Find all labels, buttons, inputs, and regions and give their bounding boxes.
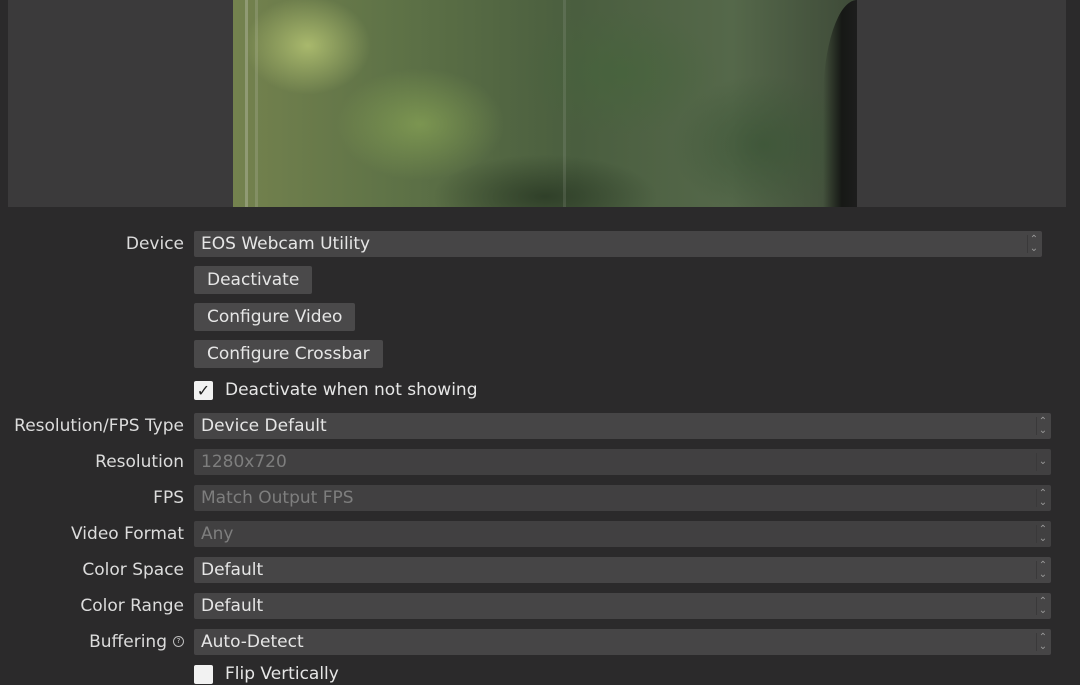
flip-vertically-label: Flip Vertically: [225, 664, 339, 684]
lens-edge-shadow: [823, 0, 857, 207]
updown-arrows-icon: ⌃ ⌄: [1036, 597, 1049, 616]
device-label: Device: [125, 234, 184, 254]
device-select[interactable]: EOS Webcam Utility ⌃ ⌄: [194, 231, 1042, 257]
buffering-select[interactable]: Auto-Detect ⌃ ⌄: [194, 629, 1051, 655]
resolution-select[interactable]: 1280x720 ⌄: [194, 449, 1051, 475]
resolution-label: Resolution: [95, 452, 184, 472]
color-space-label: Color Space: [82, 560, 184, 580]
tree-trunk-decoration: [563, 0, 566, 207]
preview-area: [8, 0, 1066, 207]
tree-trunk-decoration: [255, 0, 258, 207]
device-select-value: EOS Webcam Utility: [201, 234, 371, 254]
color-space-select[interactable]: Default ⌃ ⌄: [194, 557, 1051, 583]
resolution-fps-type-label: Resolution/FPS Type: [14, 416, 184, 436]
video-format-row: Video Format Any ⌃ ⌄: [0, 521, 1080, 547]
resolution-row: Resolution 1280x720 ⌄: [0, 449, 1080, 475]
color-range-row: Color Range Default ⌃ ⌄: [0, 593, 1080, 619]
color-space-value: Default: [201, 560, 264, 580]
updown-arrows-icon: ⌃ ⌄: [1036, 525, 1049, 544]
buffering-row: Buffering? Auto-Detect ⌃ ⌄: [0, 629, 1080, 655]
color-range-select[interactable]: Default ⌃ ⌄: [194, 593, 1051, 619]
resolution-fps-type-row: Resolution/FPS Type Device Default ⌃ ⌄: [0, 413, 1080, 439]
tree-trunk-decoration: [245, 0, 248, 207]
video-format-value: Any: [201, 524, 234, 544]
buffering-value: Auto-Detect: [201, 632, 304, 652]
video-format-select[interactable]: Any ⌃ ⌄: [194, 521, 1051, 547]
updown-arrows-icon: ⌃ ⌄: [1027, 235, 1040, 254]
deactivate-when-not-showing-label: Deactivate when not showing: [225, 380, 478, 400]
deactivate-button[interactable]: Deactivate: [194, 266, 313, 294]
configure-video-button[interactable]: Configure Video: [194, 303, 356, 331]
updown-arrows-icon: ⌃ ⌄: [1036, 633, 1049, 652]
updown-arrows-icon: ⌃ ⌄: [1036, 489, 1049, 508]
deactivate-when-not-showing-checkbox[interactable]: ✓: [194, 381, 213, 400]
fps-select[interactable]: Match Output FPS ⌃ ⌄: [194, 485, 1051, 511]
buffering-label: Buffering: [89, 632, 167, 652]
color-range-value: Default: [201, 596, 264, 616]
webcam-preview-image: [233, 0, 857, 207]
resolution-fps-type-select[interactable]: Device Default ⌃ ⌄: [194, 413, 1051, 439]
color-range-label: Color Range: [80, 596, 184, 616]
updown-arrows-icon: ⌃ ⌄: [1036, 561, 1049, 580]
resolution-fps-type-value: Device Default: [201, 416, 327, 436]
help-icon[interactable]: ?: [173, 635, 184, 647]
checkmark-icon: ✓: [196, 381, 211, 400]
resolution-value: 1280x720: [201, 452, 287, 472]
color-space-row: Color Space Default ⌃ ⌄: [0, 557, 1080, 583]
fps-value: Match Output FPS: [201, 488, 354, 508]
buffering-label-group: Buffering?: [89, 629, 184, 655]
fps-row: FPS Match Output FPS ⌃ ⌄: [0, 485, 1080, 511]
chevron-down-icon: ⌄: [1036, 453, 1049, 471]
configure-crossbar-button[interactable]: Configure Crossbar: [194, 340, 383, 368]
device-row: Device EOS Webcam Utility ⌃ ⌄: [0, 231, 1080, 257]
fps-label: FPS: [153, 488, 184, 508]
updown-arrows-icon: ⌃ ⌄: [1036, 417, 1049, 436]
video-format-label: Video Format: [71, 524, 184, 544]
